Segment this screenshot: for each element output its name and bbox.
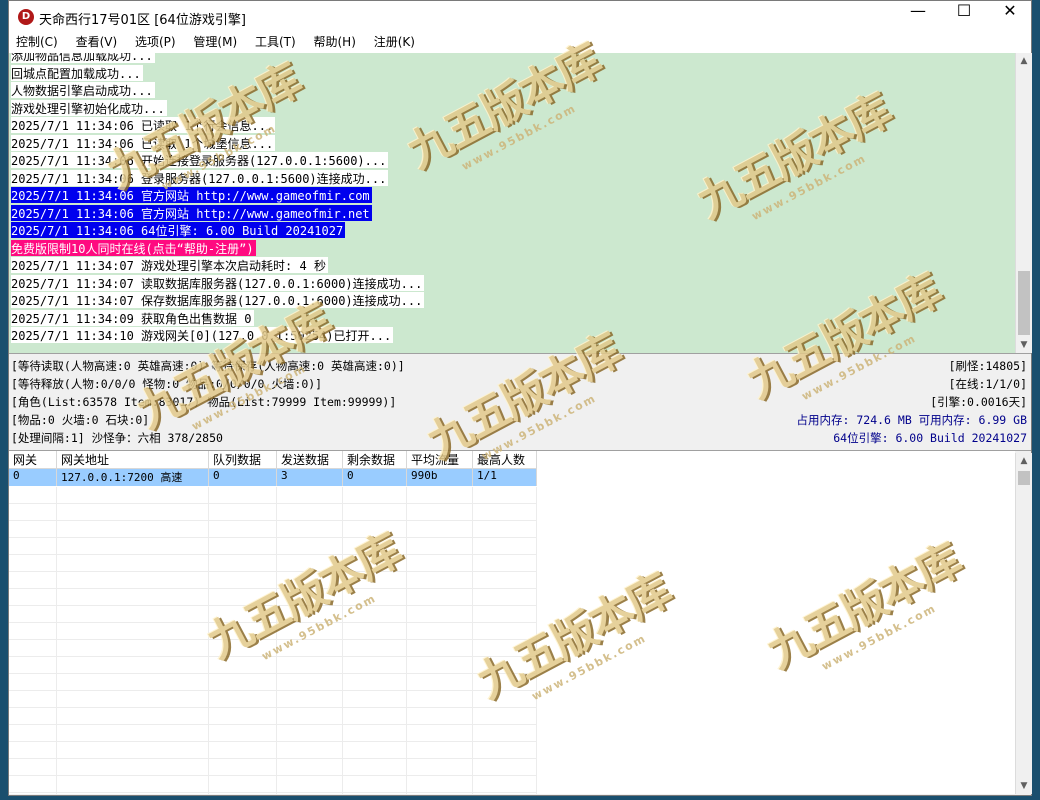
- menu-register[interactable]: 注册(K): [367, 33, 422, 50]
- log-line: 免费版限制10人同时在线(点击“帮助-注册”): [11, 239, 256, 256]
- grid-line: [56, 487, 57, 794]
- grid-line: [472, 487, 473, 794]
- table-cell[interactable]: 990b: [407, 469, 473, 486]
- table-cell[interactable]: 3: [277, 469, 343, 486]
- log-scroll-thumb[interactable]: [1018, 271, 1030, 335]
- table-cell[interactable]: 0: [9, 469, 57, 486]
- log-panel[interactable]: 添加物品信息加载成功... 回城点配置加载成功... 人物数据引擎启动成功... 游戏…: [9, 53, 1015, 353]
- log-line: 2025/7/1 11:34:06 登录服务器(127.0.0.1:5600)连…: [11, 169, 389, 186]
- status-wait-read: [等待读取(人物高速:0 英雄高速:0) 等待保存(人物高速:0 英雄高速:0)…: [11, 359, 405, 373]
- status-memory: 占用内存: 724.6 MB 可用内存: 6.99 GB: [796, 413, 1027, 427]
- status-engine-version: 64位引擎: 6.00 Build 20241027: [833, 431, 1027, 445]
- table-scroll-thumb[interactable]: [1018, 471, 1030, 485]
- grid-line: [9, 503, 537, 504]
- table-scroll-down-icon[interactable]: ▼: [1016, 778, 1032, 794]
- log-line: 2025/7/1 11:34:07 游戏处理引擎本次启动耗时: 4 秒: [11, 257, 328, 273]
- column-header[interactable]: 队列数据: [209, 451, 277, 469]
- grid-line: [9, 758, 537, 759]
- log-line: 人物数据引擎启动成功...: [11, 82, 155, 98]
- menu-help[interactable]: 帮助(H): [307, 33, 363, 50]
- grid-line: [342, 487, 343, 794]
- status-items-firewall: [物品:0 火墙:0 石块:0]: [11, 413, 150, 427]
- app-logo-icon: D: [18, 9, 34, 25]
- column-header[interactable]: 剩余数据: [343, 451, 407, 469]
- table-cell[interactable]: 0: [343, 469, 407, 486]
- menu-options[interactable]: 选项(P): [128, 33, 183, 50]
- status-wait-release: [等待释放(人物:0/0/0 怪物:0 物品:0/0/0/0 火墙:0)]: [11, 377, 323, 391]
- menu-manage[interactable]: 管理(M): [186, 33, 244, 50]
- log-line: 2025/7/1 11:34:06 64位引擎: 6.00 Build 2024…: [11, 222, 346, 238]
- log-line: 游戏处理引擎初始化成功...: [11, 99, 167, 116]
- minimize-button[interactable]: —: [895, 1, 941, 33]
- title-bar[interactable]: D 天命西行17号01区 [64位游戏引擎] — ☐ ✕: [9, 1, 1031, 33]
- grid-line: [9, 571, 537, 572]
- grid-line: [9, 605, 537, 606]
- scroll-up-icon[interactable]: ▲: [1016, 53, 1032, 69]
- status-panel: [等待读取(人物高速:0 英雄高速:0) 等待保存(人物高速:0 英雄高速:0)…: [9, 353, 1031, 451]
- close-button[interactable]: ✕: [987, 1, 1033, 33]
- log-line: 2025/7/1 11:34:09 获取角色出售数据 0: [11, 309, 254, 326]
- column-header[interactable]: 网关地址: [57, 451, 209, 469]
- grid-line: [9, 588, 537, 589]
- grid-line: [9, 741, 537, 742]
- log-line: 回城点配置加载成功...: [11, 64, 143, 81]
- window-title: 天命西行17号01区 [64位游戏引擎]: [39, 13, 246, 28]
- status-interval: [处理间隔:1] 沙怪争：六相 378/2850: [11, 431, 223, 445]
- status-role-items: [角色(List:63578 Item:83017) 物品(List:79999…: [11, 395, 397, 409]
- table-scroll-up-icon[interactable]: ▲: [1016, 453, 1032, 469]
- grid-line: [9, 554, 537, 555]
- grid-line: [9, 792, 537, 793]
- gateway-table[interactable]: 网关 网关地址 队列数据 发送数据 剩余数据 平均流量 最高人数 0 127.0.0.1:720…: [9, 451, 1015, 794]
- log-line: 添加物品信息加载成功...: [11, 53, 155, 63]
- column-header[interactable]: 最高人数: [473, 451, 537, 469]
- menu-view[interactable]: 查看(V): [69, 33, 125, 50]
- log-line: 2025/7/1 11:34:06 官方网站 http://www.gameof…: [11, 187, 372, 203]
- grid-line: [9, 775, 537, 776]
- log-line: 2025/7/1 11:34:10 游戏网关[0](127.0.0.1:5025…: [11, 327, 394, 343]
- grid-line: [9, 520, 537, 521]
- grid-line: [9, 639, 537, 640]
- grid-line: [536, 487, 537, 794]
- menu-control[interactable]: 控制(C): [9, 33, 65, 50]
- menu-bar: 控制(C) 查看(V) 选项(P) 管理(M) 工具(T) 帮助(H) 注册(K…: [9, 33, 1031, 54]
- grid-line: [9, 622, 537, 623]
- table-scrollbar[interactable]: ▲ ▼: [1015, 453, 1032, 794]
- menu-tools[interactable]: 工具(T): [248, 33, 303, 50]
- grid-line: [9, 537, 537, 538]
- grid-line: [9, 724, 537, 725]
- column-header[interactable]: 平均流量: [407, 451, 473, 469]
- grid-line: [406, 487, 407, 794]
- log-line: 2025/7/1 11:34:06 官方网站 http://www.gameof…: [11, 204, 372, 221]
- log-line: 2025/7/1 11:34:07 读取数据库服务器(127.0.0.1:600…: [11, 274, 425, 291]
- column-header[interactable]: 网关: [9, 451, 57, 469]
- table-cell[interactable]: 0: [209, 469, 277, 486]
- log-line: 2025/7/1 11:34:06 开始连接登录服务器(127.0.0.1:56…: [11, 152, 389, 168]
- grid-line: [9, 690, 537, 691]
- status-engine-uptime: [引擎:0.0016天]: [930, 395, 1027, 409]
- status-online: [在线:1/1/0]: [948, 377, 1027, 391]
- status-monster-refresh: [刷怪:14805]: [948, 359, 1027, 373]
- table-cell[interactable]: 127.0.0.1:7200 高速: [57, 469, 209, 486]
- maximize-button[interactable]: ☐: [941, 1, 987, 33]
- column-header[interactable]: 发送数据: [277, 451, 343, 469]
- table-cell[interactable]: 1/1: [473, 469, 537, 486]
- main-window: D 天命西行17号01区 [64位游戏引擎] — ☐ ✕ 控制(C) 查看(V)…: [8, 0, 1032, 796]
- log-line: 2025/7/1 11:34:06 已读取 1个城堡信息...: [11, 134, 276, 151]
- scroll-down-icon[interactable]: ▼: [1016, 337, 1032, 353]
- log-scrollbar[interactable]: ▲ ▼: [1015, 53, 1032, 353]
- grid-line: [9, 656, 537, 657]
- log-line: 2025/7/1 11:34:06 已读取 1个行会信息...: [11, 117, 276, 133]
- grid-line: [9, 707, 537, 708]
- log-line: 2025/7/1 11:34:07 保存数据库服务器(127.0.0.1:600…: [11, 292, 425, 308]
- grid-line: [276, 487, 277, 794]
- grid-line: [9, 673, 537, 674]
- grid-line: [208, 487, 209, 794]
